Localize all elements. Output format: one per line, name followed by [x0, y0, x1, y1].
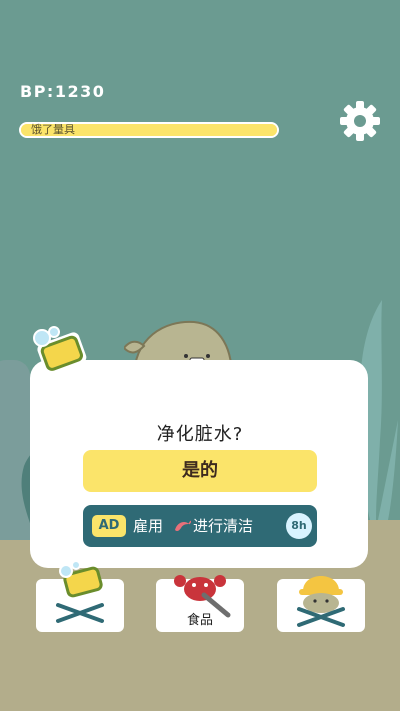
dialog-question: 净化脏水?: [156, 424, 244, 445]
game-screen: BP:1230 饿了量具 净化脏水? 是的 AD 雇用 进行清洁 8h 食品: [0, 0, 400, 711]
hunger-meter: 饿了量具: [19, 122, 279, 138]
ad-badge: AD: [92, 515, 126, 537]
sponge-icon: [56, 561, 104, 623]
sponge-icon: [33, 326, 87, 375]
ad-label-pre: 雇用: [133, 517, 164, 535]
ad-clean-button[interactable]: AD 雇用 进行清洁 8h: [83, 505, 317, 547]
ad-label-post: 进行清洁: [193, 517, 254, 535]
shrimp-icon: [175, 520, 191, 532]
hunger-label: 饿了量具: [31, 123, 75, 136]
timer-badge: 8h: [286, 513, 312, 539]
bp-counter: BP:1230: [20, 82, 106, 101]
slot-cleaning[interactable]: [36, 561, 124, 632]
fish-hardhat-icon: [297, 576, 345, 627]
slot-label: 食品: [186, 613, 213, 628]
gear-icon[interactable]: [338, 99, 382, 143]
slot-food[interactable]: 食品: [156, 575, 244, 632]
confirm-button[interactable]: 是的: [83, 450, 317, 492]
slot-helper[interactable]: [277, 576, 365, 632]
